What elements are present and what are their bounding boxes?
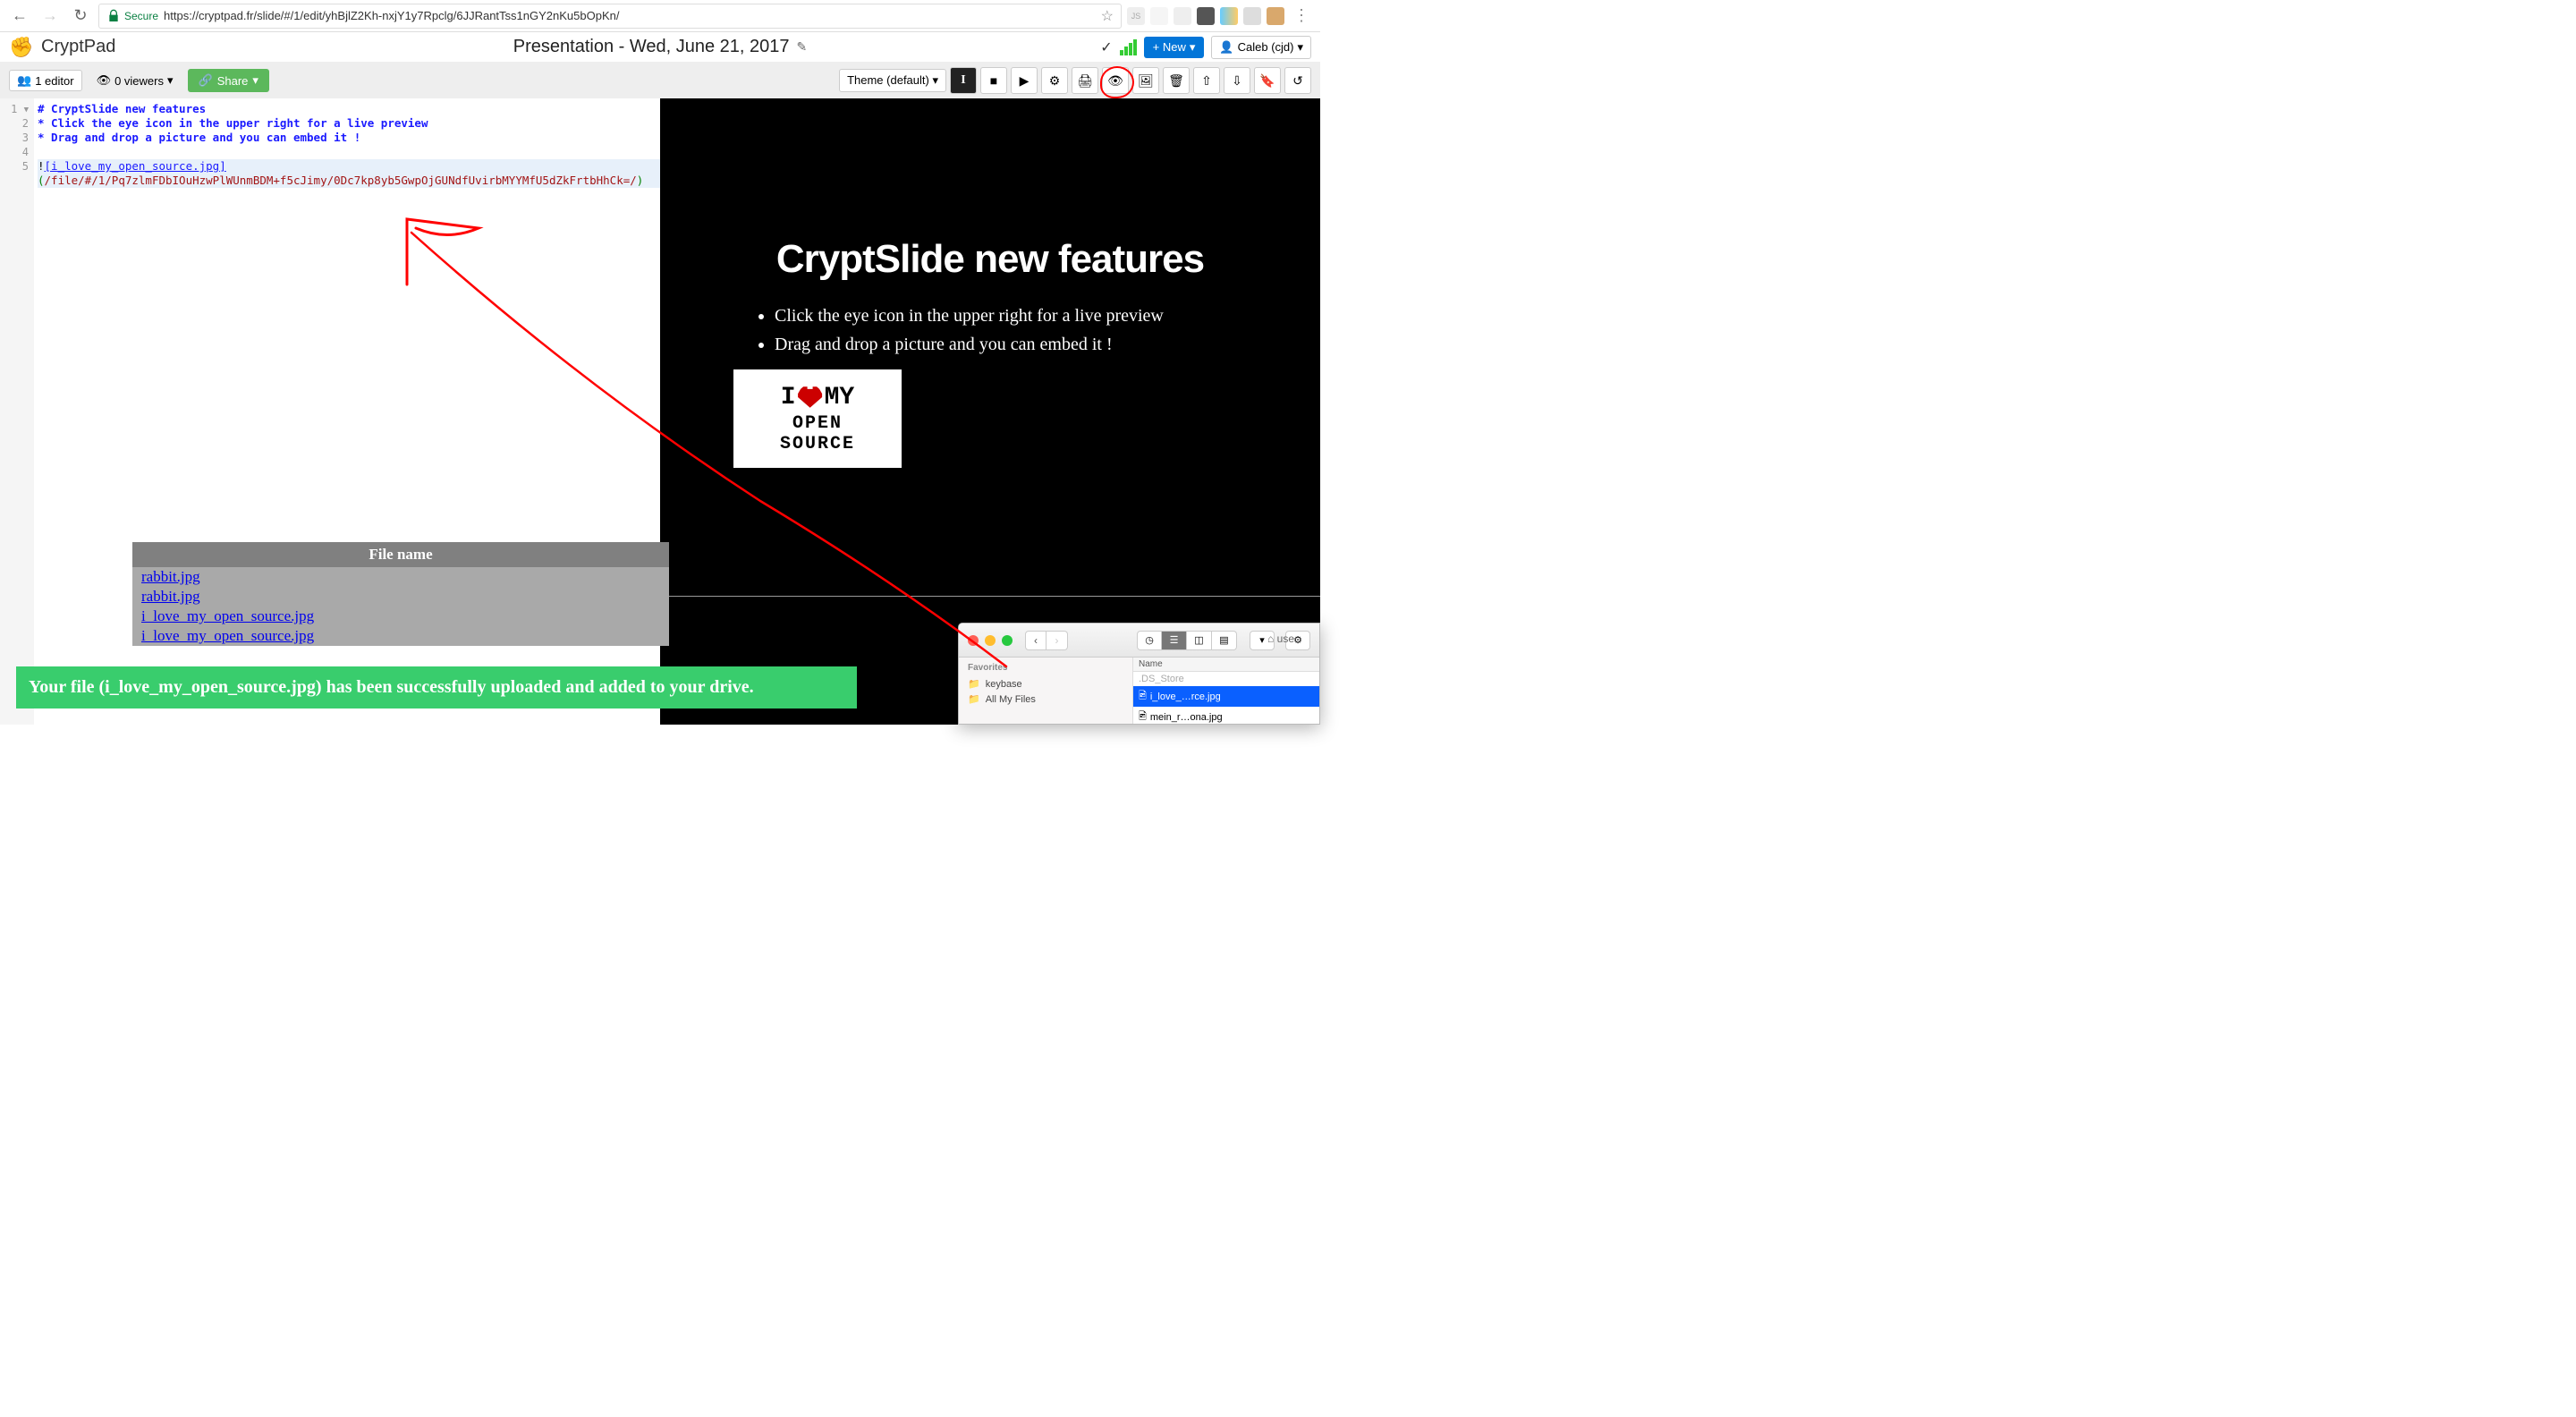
app-logo-icon: ✊ [9,35,34,60]
toolbar: 👥 1 editor 👁 0 viewers ▾ 🔗 Share ▾ Theme… [0,63,1320,98]
stop-icon[interactable]: ■ [980,67,1007,94]
doc-title-text: Presentation - Wed, June 21, 2017 [513,37,790,57]
home-icon: ⌂ use [1267,632,1294,645]
table-row: rabbit.jpg [132,587,669,607]
bookmark-icon[interactable]: 🔖 [1254,67,1281,94]
history-icon[interactable]: ↺ [1284,67,1311,94]
download-icon[interactable]: ⇩ [1224,67,1250,94]
share-icon: 🔗 [199,73,213,88]
slide-divider [660,596,1320,597]
theme-select[interactable]: Theme (default) ▾ [839,69,946,92]
ext-icon[interactable] [1174,7,1191,25]
pencil-icon[interactable]: ✎ [797,39,808,55]
list-item[interactable]: 🖻i_love_…rce.jpg [1133,686,1319,707]
saved-check-icon: ✓ [1100,38,1112,56]
viewers-badge[interactable]: 👁 0 viewers ▾ [89,71,181,90]
secure-label: Secure [124,10,158,22]
upload-icon[interactable]: ⇧ [1193,67,1220,94]
slide-bullet: Drag and drop a picture and you can embe… [775,332,1267,357]
line-gutter: 1 ▼ 2 3 4 5 [0,98,34,725]
finder-back-button[interactable]: ‹ [1025,631,1046,650]
upload-success-toast: Your file (i_love_my_open_source.jpg) ha… [16,666,857,708]
browser-chrome: ← → ↻ Secure https://cryptpad.fr/slide/#… [0,0,1320,32]
users-icon: 👥 [17,73,31,88]
table-row: rabbit.jpg [132,567,669,587]
settings-gear-icon[interactable]: ⚙ [1041,67,1068,94]
list-view-button[interactable]: ☰ [1162,631,1187,650]
table-row: i_love_my_open_source.jpg [132,607,669,626]
file-link[interactable]: i_love_my_open_source.jpg [141,607,314,624]
file-link[interactable]: i_love_my_open_source.jpg [141,627,314,644]
file-link[interactable]: rabbit.jpg [141,588,200,605]
share-button[interactable]: 🔗 Share ▾ [188,69,269,92]
slide-content: CryptSlide new features Click the eye ic… [696,237,1284,468]
image-file-icon: 🖻 [1139,708,1147,725]
list-item[interactable]: .DS_Store [1133,672,1319,686]
traffic-lights[interactable] [968,635,1013,646]
embedded-image: I MY OPEN SOURCE [733,369,902,468]
bookmark-star-icon[interactable]: ☆ [1101,7,1114,25]
editors-count: 1 editor [35,74,73,88]
slide-bullet: Click the eye icon in the upper right fo… [775,303,1267,328]
viewers-count: 0 viewers [114,74,164,88]
finder-sidebar: Favorites 📁keybase 📁All My Files [959,658,1133,724]
finder-window[interactable]: ‹ › ◷ ☰ ◫ ▤ ▾ ⚙ ⌂ use Favorites 📁keybase… [958,623,1320,725]
back-button[interactable]: ← [7,4,32,29]
sidebar-item[interactable]: 📁keybase [968,676,1123,692]
finder-titlebar[interactable]: ‹ › ◷ ☰ ◫ ▤ ▾ ⚙ ⌂ use [959,624,1319,658]
sidebar-item[interactable]: 📁All My Files [968,692,1123,707]
list-item[interactable]: 🖻mein_r…ona.jpg [1133,707,1319,725]
print-icon[interactable]: 🖨 [1072,67,1098,94]
file-size-column: 1 1 6 6 [671,562,679,641]
ext-icon[interactable] [1197,7,1215,25]
image-file-icon: 🖻 [1139,688,1147,705]
zoom-icon[interactable] [1002,635,1013,646]
text-cursor-icon[interactable]: I [950,67,977,94]
play-icon[interactable]: ▶ [1011,67,1038,94]
ext-icon[interactable] [1243,7,1261,25]
user-menu-button[interactable]: 👤 Caleb (cjd) ▾ [1211,36,1311,59]
new-button[interactable]: + New▾ [1144,37,1205,58]
finder-forward-button[interactable]: › [1046,631,1068,650]
signal-icon [1120,39,1137,55]
forward-button[interactable]: → [38,4,63,29]
reload-button[interactable]: ↻ [68,4,93,29]
secure-badge: Secure [106,9,158,23]
ext-icon[interactable] [1220,7,1238,25]
lock-icon [106,9,121,23]
heart-icon [797,386,824,409]
folder-icon: 📁 [968,693,980,705]
editors-badge[interactable]: 👥 1 editor [9,70,82,91]
ext-icon[interactable] [1267,7,1284,25]
app-name: CryptPad [41,37,115,57]
column-view-button[interactable]: ◫ [1187,631,1212,650]
sidebar-section-header: Favorites [968,663,1123,673]
toast-message: Your file (i_love_my_open_source.jpg) ha… [29,677,754,697]
extension-icons: JS ⋮ [1127,6,1313,25]
trash-icon[interactable]: 🗑 [1163,67,1190,94]
url-bar[interactable]: Secure https://cryptpad.fr/slide/#/1/edi… [98,4,1122,29]
image-icon[interactable]: 🖼 [1132,67,1159,94]
file-link[interactable]: rabbit.jpg [141,568,200,585]
app-header: ✊ CryptPad Presentation - Wed, June 21, … [0,32,1320,63]
minimize-icon[interactable] [985,635,996,646]
slide-heading: CryptSlide new features [696,237,1284,282]
table-row: i_love_my_open_source.jpg [132,626,669,646]
browser-menu-icon[interactable]: ⋮ [1290,6,1313,25]
ext-icon[interactable] [1150,7,1168,25]
doc-title[interactable]: Presentation - Wed, June 21, 2017 ✎ [513,37,807,57]
file-table-header: File name [132,542,669,567]
user-icon: 👤 [1219,40,1233,55]
ext-icon[interactable]: JS [1127,7,1145,25]
preview-eye-icon[interactable]: 👁 [1102,67,1129,94]
list-column-header[interactable]: Name [1133,658,1319,672]
finder-file-list[interactable]: Name .DS_Store 🖻i_love_…rce.jpg 🖻mein_r…… [1133,658,1319,724]
close-icon[interactable] [968,635,979,646]
gallery-view-button[interactable]: ▤ [1212,631,1237,650]
icon-view-button[interactable]: ◷ [1137,631,1162,650]
file-upload-table: File name rabbit.jpg rabbit.jpg i_love_m… [132,542,669,646]
url-text: https://cryptpad.fr/slide/#/1/edit/yhBjl… [164,9,619,22]
eye-icon: 👁 [97,73,112,88]
folder-icon: 📁 [968,678,980,690]
